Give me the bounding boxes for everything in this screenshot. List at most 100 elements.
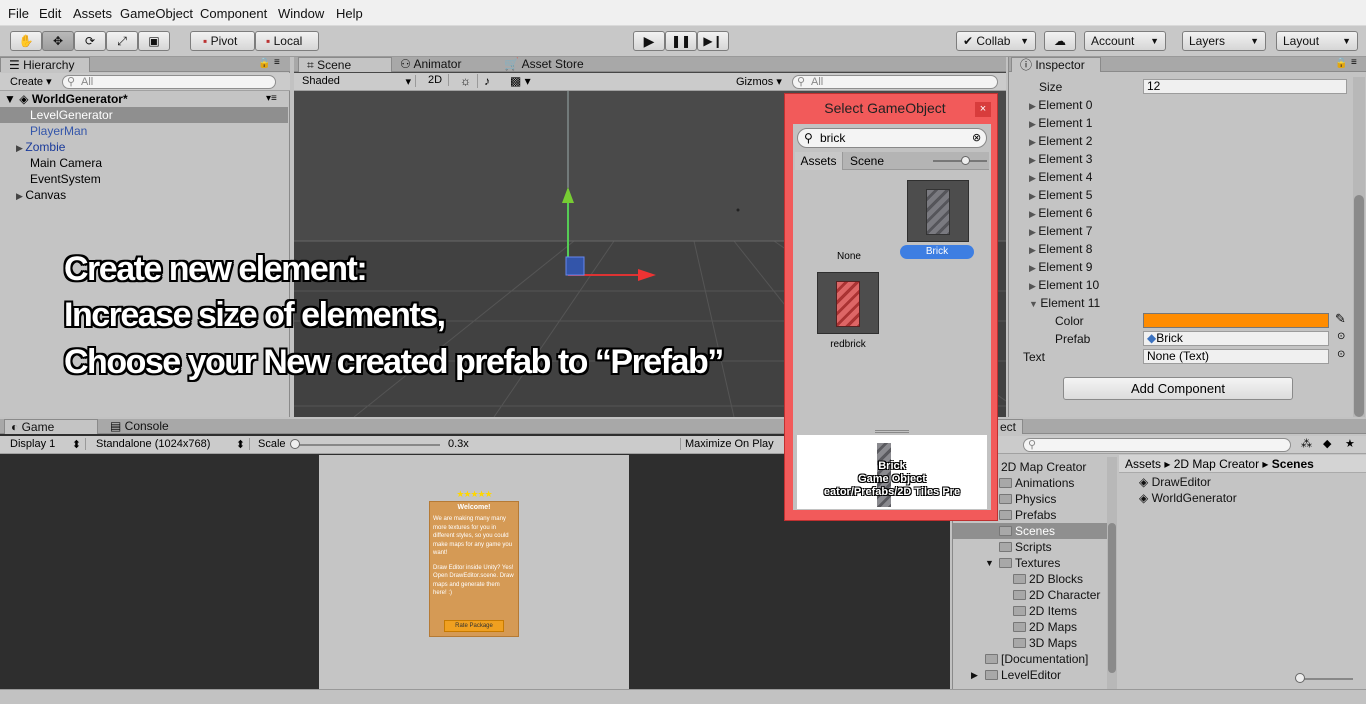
inspector-scrollbar[interactable] xyxy=(1353,77,1365,417)
breadcrumb-assets[interactable]: Assets xyxy=(1125,457,1161,471)
foldout-arrow-icon[interactable]: ▶ xyxy=(1029,173,1038,183)
file-draweditor[interactable]: ◈ DrawEditor xyxy=(1139,474,1211,490)
folder-item[interactable]: Scenes xyxy=(953,523,1107,539)
item-none[interactable]: None xyxy=(821,251,877,262)
tab-game[interactable]: ◐ Game xyxy=(4,419,98,434)
inspector-element-row[interactable]: ▶ Element 4 xyxy=(1029,170,1092,184)
display-dropdown[interactable]: Display 1 ⬍ xyxy=(10,438,86,451)
preview-resize-handle[interactable] xyxy=(875,430,909,433)
lock-icon[interactable]: 🔒 xyxy=(1335,58,1347,69)
folder-item[interactable]: 2D Character xyxy=(953,587,1107,603)
foldout-arrow-icon[interactable]: ▶ xyxy=(1029,155,1038,165)
add-component-button[interactable]: Add Component xyxy=(1063,377,1293,400)
play-button[interactable]: ▶ xyxy=(633,31,665,51)
inspector-element-row[interactable]: ▶ Element 8 xyxy=(1029,242,1092,256)
filter-label-icon[interactable]: ◆ xyxy=(1323,437,1331,450)
folder-item[interactable]: Scripts xyxy=(953,539,1107,555)
text-field[interactable]: None (Text) xyxy=(1143,349,1329,364)
tab-console[interactable]: ▤ Console xyxy=(106,419,196,434)
shading-dropdown[interactable]: Shaded ▾ xyxy=(302,75,416,88)
foldout-arrow-icon[interactable]: ▶ xyxy=(1029,245,1038,255)
inspector-element-row[interactable]: ▶ Element 7 xyxy=(1029,224,1092,238)
menu-edit[interactable]: Edit xyxy=(39,6,61,21)
layers-dropdown[interactable]: Layers ▼ xyxy=(1182,31,1266,51)
folder-item[interactable]: 3D Maps xyxy=(953,635,1107,651)
layout-dropdown[interactable]: Layout ▼ xyxy=(1276,31,1358,51)
breadcrumb-2d-map-creator[interactable]: 2D Map Creator xyxy=(1174,457,1259,471)
lighting-toggle-icon[interactable]: ☼ xyxy=(454,74,478,88)
menu-file[interactable]: File xyxy=(8,6,29,21)
inspector-element-row[interactable]: ▶ Element 2 xyxy=(1029,134,1092,148)
dialog-zoom-handle[interactable] xyxy=(961,156,970,165)
rect-tool-button[interactable]: ▣ xyxy=(138,31,170,51)
menu-assets[interactable]: Assets xyxy=(73,6,112,21)
menu-help[interactable]: Help xyxy=(336,6,363,21)
account-button[interactable]: Account ▼ xyxy=(1084,31,1166,51)
foldout-arrow-icon[interactable]: ▶ xyxy=(1029,137,1038,147)
clear-search-icon[interactable]: ⊗ xyxy=(972,129,981,147)
object-picker-icon[interactable]: ⊙ xyxy=(1337,331,1345,342)
hierarchy-item-canvas[interactable]: ▶ Canvas xyxy=(0,187,288,203)
eyedropper-icon[interactable]: ✎ xyxy=(1335,311,1346,327)
tab-animator[interactable]: ⚇ Animator xyxy=(396,57,496,72)
scale-tool-button[interactable]: ⤢ xyxy=(106,31,138,51)
breadcrumb-scenes[interactable]: Scenes xyxy=(1272,457,1314,471)
foldout-arrow-icon[interactable]: ▶ xyxy=(971,667,978,683)
audio-toggle-icon[interactable]: ♪ xyxy=(480,74,494,88)
scene-root-row[interactable]: ▼ ◈ WorldGenerator* ▾≡ xyxy=(0,91,288,107)
favorite-icon[interactable]: ★ xyxy=(1345,437,1355,450)
foldout-arrow-icon[interactable]: ▶ xyxy=(1029,101,1038,111)
tab-scene[interactable]: Scene xyxy=(845,152,889,170)
maximize-on-play-toggle[interactable]: Maximize On Play xyxy=(680,438,774,450)
cloud-button[interactable]: ☁ xyxy=(1044,31,1076,51)
foldout-arrow-icon[interactable]: ▶ xyxy=(1029,191,1038,201)
item-redbrick-thumbnail[interactable] xyxy=(817,272,879,334)
foldout-arrow-icon[interactable]: ▶ xyxy=(1029,209,1038,219)
size-field[interactable]: 12 xyxy=(1143,79,1347,94)
inspector-element-row[interactable]: ▶ Element 5 xyxy=(1029,188,1092,202)
foldout-arrow-icon[interactable]: ▶ xyxy=(1029,263,1038,273)
folder-item[interactable]: 2D Blocks xyxy=(953,571,1107,587)
icon-size-slider-handle[interactable] xyxy=(1295,673,1305,683)
file-worldgenerator[interactable]: ◈ WorldGenerator xyxy=(1139,490,1237,506)
scrollbar-thumb[interactable] xyxy=(1354,195,1364,417)
item-brick-label[interactable]: Brick xyxy=(900,245,974,259)
local-button[interactable]: ▪ Local xyxy=(255,31,319,51)
lock-icon[interactable]: 🔒 xyxy=(258,58,270,69)
tab-assets[interactable]: Assets xyxy=(795,152,843,170)
create-dropdown[interactable]: Create ▾ xyxy=(10,75,52,88)
scene-search-input[interactable]: ⚲ All xyxy=(792,75,998,89)
hierarchy-item-zombie[interactable]: ▶ Zombie xyxy=(0,139,288,155)
2d-toggle[interactable]: 2D xyxy=(422,74,450,86)
hierarchy-search-input[interactable]: ⚲ All xyxy=(62,75,276,89)
pivot-button[interactable]: ▪ Pivot xyxy=(190,31,255,51)
move-tool-button[interactable]: ✥ xyxy=(42,31,74,51)
menu-window[interactable]: Window xyxy=(278,6,324,21)
foldout-arrow-icon[interactable]: ▶ xyxy=(1029,281,1038,291)
tab-asset-store[interactable]: 🛒 Asset Store xyxy=(500,57,600,72)
folder-item[interactable]: [Documentation] xyxy=(953,651,1107,667)
inspector-element-row[interactable]: ▶ Element 0 xyxy=(1029,98,1092,112)
scale-slider-handle[interactable] xyxy=(290,439,300,449)
hierarchy-item-playerman[interactable]: PlayerMan xyxy=(0,123,288,139)
inspector-element-row[interactable]: ▶ Element 3 xyxy=(1029,152,1092,166)
gizmos-dropdown[interactable]: Gizmos ▾ xyxy=(736,75,782,88)
scene-menu-icon[interactable]: ▾≡ xyxy=(266,91,277,107)
icon-size-slider[interactable] xyxy=(1299,678,1353,680)
dialog-zoom-slider[interactable] xyxy=(933,160,987,162)
filter-type-icon[interactable]: ⁂ xyxy=(1301,437,1312,450)
scale-slider[interactable] xyxy=(292,444,440,446)
tab-inspector[interactable]: ⓘ Inspector xyxy=(1011,57,1101,72)
project-search-input[interactable]: ⚲ xyxy=(1023,438,1291,452)
hierarchy-item-main-camera[interactable]: Main Camera xyxy=(0,155,288,171)
menu-component[interactable]: Component xyxy=(200,6,267,21)
resolution-dropdown[interactable]: Standalone (1024x768) ⬍ xyxy=(96,438,250,451)
panel-menu-icon[interactable]: ≡ xyxy=(274,57,280,68)
color-field[interactable] xyxy=(1143,313,1329,328)
rate-package-button[interactable]: Rate Package xyxy=(444,620,504,632)
item-brick-thumbnail[interactable] xyxy=(907,180,969,242)
hierarchy-item-levelgenerator[interactable]: LevelGenerator xyxy=(0,107,288,123)
step-button[interactable]: ▶❙ xyxy=(697,31,729,51)
hand-tool-button[interactable]: ✋ xyxy=(10,31,42,51)
folder-item[interactable]: 2D Items xyxy=(953,603,1107,619)
